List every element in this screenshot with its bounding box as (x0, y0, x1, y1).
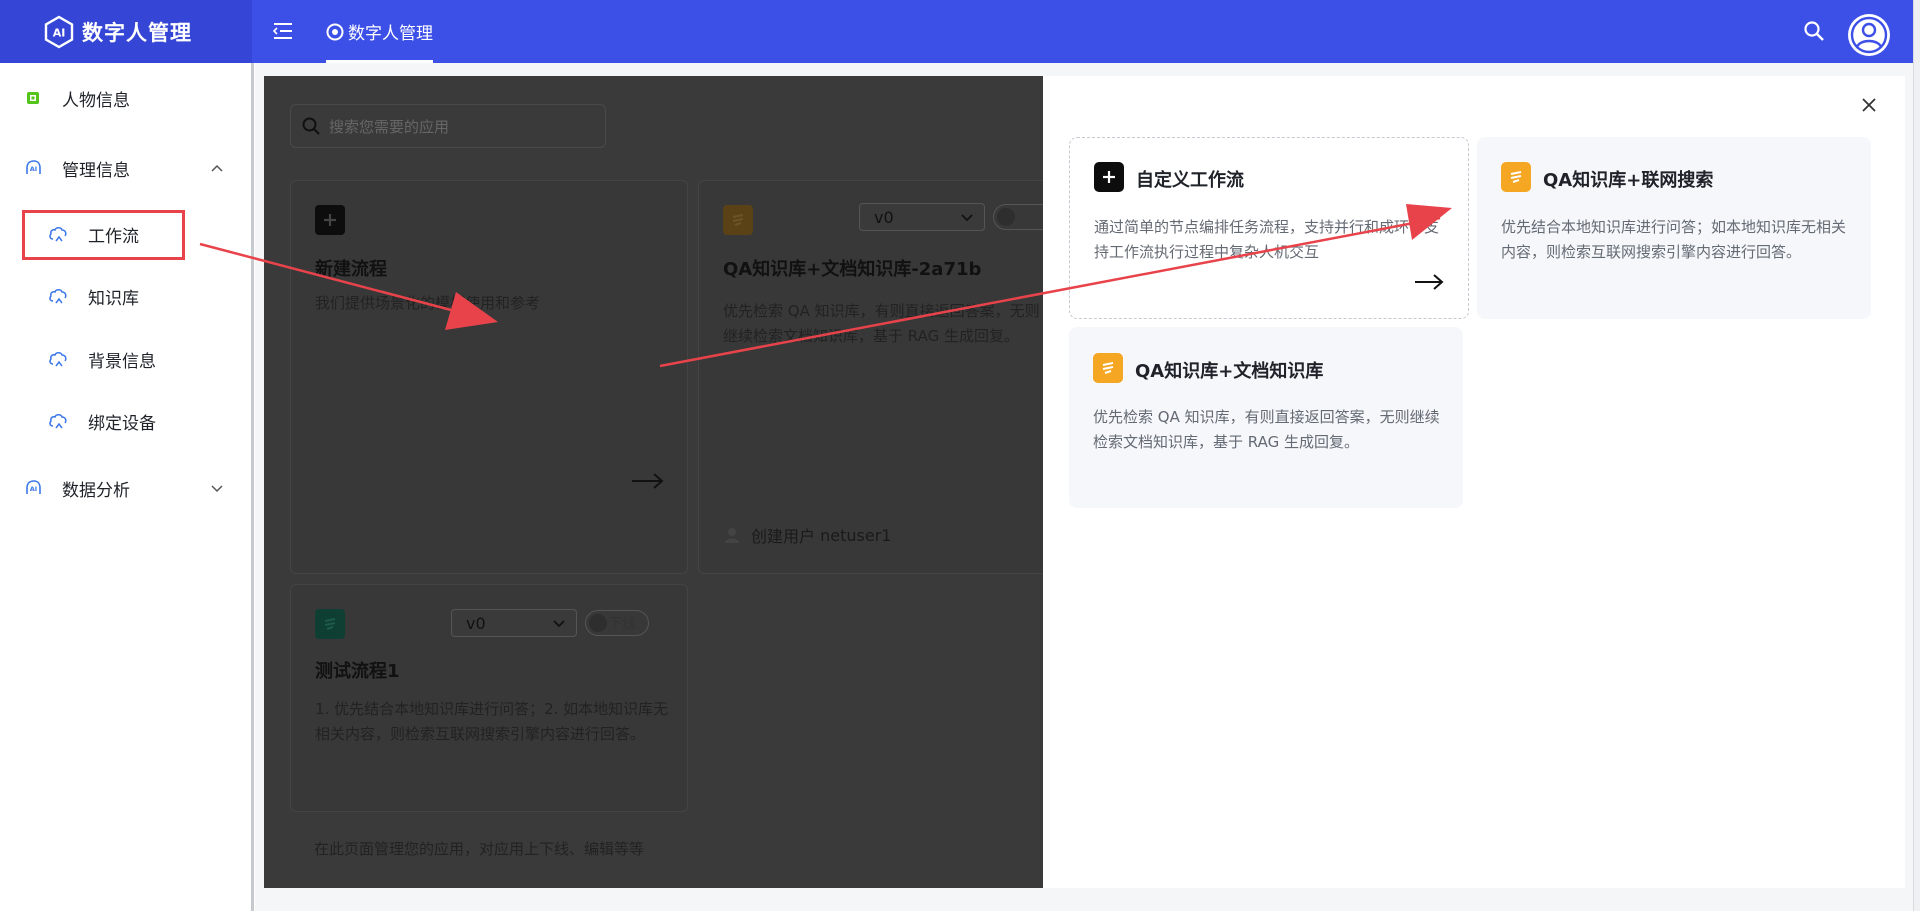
plus-icon (1094, 162, 1124, 192)
version-value: v0 (874, 207, 894, 227)
chevron-down-icon (211, 485, 223, 493)
card-desc: 优先检索 QA 知识库，有则直接返回答案，无则继续检索文档知识库，基于 RAG … (723, 302, 1040, 345)
status-label: 下线 (608, 616, 636, 632)
workflow-card-qa-doc[interactable]: v0 QA知识库+文档知识库-2a71b 优先检索 QA 知识库，有则直接返回答… (698, 180, 1043, 574)
workflow-icon (1093, 353, 1123, 383)
page-scrollbar[interactable] (1913, 0, 1920, 911)
sidebar-subitem-label: 背景信息 (88, 351, 156, 372)
creator-label: 创建用户 (751, 527, 816, 546)
chevron-down-icon (553, 620, 565, 628)
status-toggle[interactable]: 下线 (585, 610, 649, 636)
ai-hexagon-icon: AI (44, 15, 74, 48)
close-icon[interactable] (1860, 96, 1878, 114)
ai-head-icon: AI (26, 480, 41, 494)
sidebar-subitem-bind-device[interactable]: 绑定设备 (0, 399, 252, 443)
top-tab-digital-human[interactable]: 数字人管理 (326, 0, 433, 63)
sidebar-item-person-info[interactable]: 人物信息 (0, 76, 252, 120)
search-icon (302, 117, 320, 135)
page-footer-text: 在此页面管理您的应用，对应用上下线、编辑等等 (314, 840, 645, 858)
menu-collapse-icon[interactable] (272, 20, 294, 42)
arrow-right-icon (1415, 274, 1444, 290)
svg-text:AI: AI (30, 485, 37, 493)
chevron-down-icon (961, 214, 973, 222)
template-card-custom-workflow[interactable]: 自定义工作流 通过简单的节点编排任务流程，支持并行和成环，支持工作流执行过程中复… (1069, 137, 1469, 319)
cloud-icon (49, 414, 67, 429)
template-desc: 优先检索 QA 知识库，有则直接返回答案，无则继续检索文档知识库，基于 RAG … (1093, 408, 1440, 451)
workflow-icon (723, 205, 753, 235)
svg-text:AI: AI (30, 165, 37, 173)
status-toggle[interactable] (993, 204, 1043, 230)
search-placeholder: 搜索您需要的应用 (329, 117, 450, 136)
template-card-qa-doc-kb[interactable]: QA知识库+文档知识库 优先检索 QA 知识库，有则直接返回答案，无则继续检索文… (1069, 327, 1463, 508)
template-title: QA知识库+联网搜索 (1543, 170, 1714, 191)
sidebar-item-label: 管理信息 (62, 160, 130, 181)
sidebar-subitem-background-info[interactable]: 背景信息 (0, 337, 252, 381)
app-title: 数字人管理 (82, 20, 192, 45)
cloud-icon (49, 289, 67, 304)
top-tab-label: 数字人管理 (348, 24, 433, 44)
template-card-qa-web-search[interactable]: QA知识库+联网搜索 优先结合本地知识库进行问答；如本地知识库无相关内容，则检索… (1477, 137, 1871, 319)
sidebar-subitem-label: 知识库 (88, 288, 139, 309)
app-search-input[interactable]: 搜索您需要的应用 (290, 104, 606, 148)
sidebar-subitem-knowledge-base[interactable]: 知识库 (0, 274, 252, 318)
user-icon (725, 528, 739, 543)
sidebar-item-label: 人物信息 (62, 90, 130, 111)
template-title: 自定义工作流 (1136, 170, 1244, 191)
workflow-icon (315, 609, 345, 639)
sidebar-item-management-info[interactable]: AI 管理信息 (0, 146, 252, 190)
card-desc: 1. 优先结合本地知识库进行问答；2. 如本地知识库无相关内容，则检索互联网搜索… (315, 700, 669, 743)
ai-head-icon: AI (26, 160, 41, 174)
creator-name: netuser1 (820, 525, 892, 545)
plus-icon (315, 205, 345, 235)
card-desc: 我们提供场景化的模板使用和参考 (315, 294, 541, 312)
workflow-card-test[interactable]: v0 下线 测试流程1 1. 优先结合本地知识库进行问答；2. 如本地知识库无相… (290, 584, 688, 812)
chip-icon (27, 92, 39, 104)
modal-overlay[interactable]: 搜索您需要的应用 新建流程 我们提供场景化的模板使用和参考 v0 QA知识库+文… (264, 76, 1043, 888)
top-header: AI 数字人管理 数字人管理 (0, 0, 1913, 63)
annotation-highlight-box (22, 210, 185, 260)
template-desc: 通过简单的节点编排任务流程，支持并行和成环，支持工作流执行过程中复杂人机交互 (1094, 218, 1440, 261)
arrow-right-icon (632, 473, 664, 489)
cloud-icon (49, 352, 67, 367)
sidebar-item-label: 数据分析 (62, 480, 130, 501)
workflow-icon (1501, 162, 1531, 192)
chrome-like-icon (326, 23, 344, 40)
template-desc: 优先结合本地知识库进行问答；如本地知识库无相关内容，则检索互联网搜索引擎内容进行… (1501, 218, 1847, 261)
user-icon (1850, 16, 1888, 54)
sidebar-subitem-label: 绑定设备 (88, 413, 156, 434)
card-title: 新建流程 (315, 259, 387, 280)
version-select[interactable]: v0 (859, 203, 985, 231)
template-title: QA知识库+文档知识库 (1135, 361, 1324, 382)
card-title: QA知识库+文档知识库-2a71b (723, 259, 982, 280)
version-select[interactable]: v0 (451, 609, 577, 637)
app-logo[interactable]: AI 数字人管理 (0, 0, 252, 63)
sidebar-item-data-analysis[interactable]: AI 数据分析 (0, 466, 252, 510)
search-icon[interactable] (1803, 20, 1825, 42)
version-value: v0 (466, 613, 486, 633)
card-title: 测试流程1 (315, 661, 400, 682)
svg-text:AI: AI (53, 26, 66, 39)
new-flow-card[interactable]: 新建流程 我们提供场景化的模板使用和参考 (290, 180, 688, 574)
chevron-up-icon (211, 164, 223, 172)
creator-info: 创建用户 netuser1 (723, 523, 891, 547)
user-avatar[interactable] (1848, 14, 1890, 56)
